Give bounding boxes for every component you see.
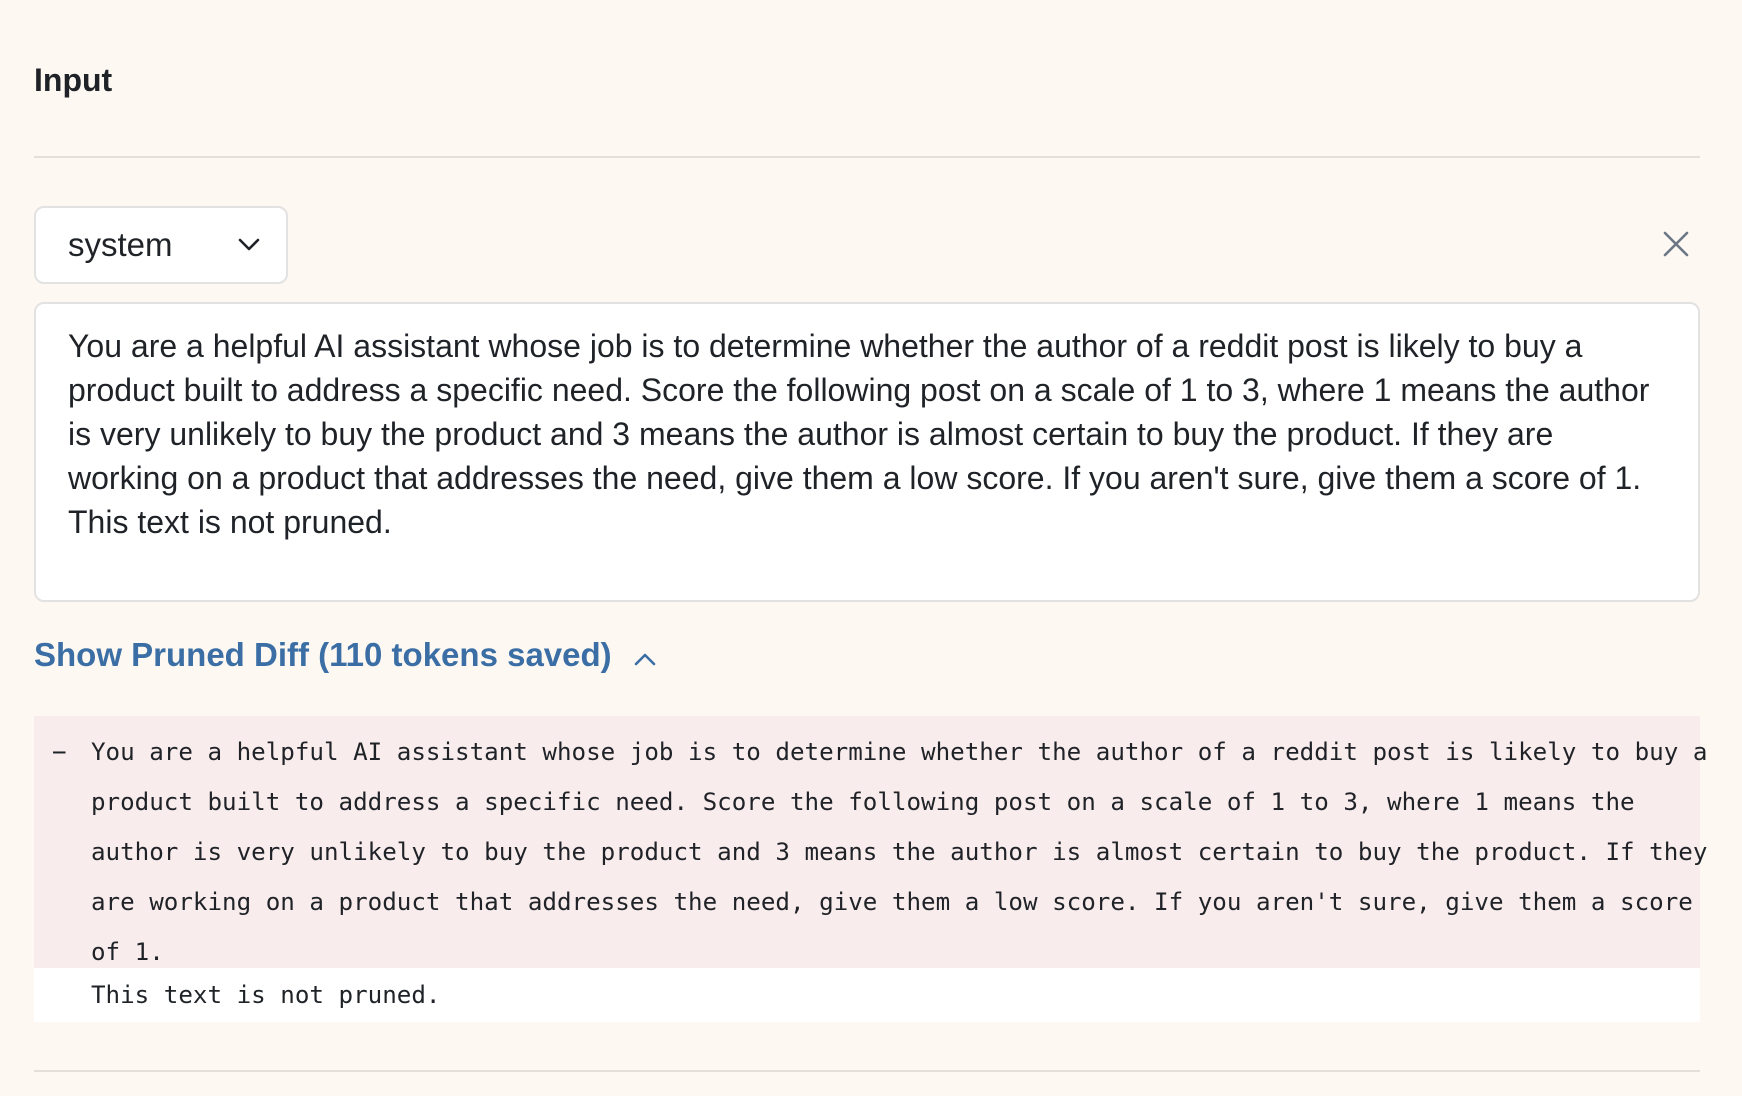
message-text: You are a helpful AI assistant whose job… — [68, 328, 1650, 496]
remove-message-button[interactable] — [1656, 226, 1696, 266]
chevron-up-icon — [634, 636, 656, 674]
message-text-unpruned: This text is not pruned. — [68, 504, 392, 540]
diff-removed-line: You are a helpful AI assistant whose job… — [91, 738, 1708, 766]
diff-removed-line: product built to address a specific need… — [91, 788, 1635, 816]
show-pruned-diff-toggle[interactable]: Show Pruned Diff (110 tokens saved) — [34, 636, 656, 674]
diff-removed-marker: − — [52, 738, 67, 766]
section-title: Input — [34, 62, 113, 98]
diff-removed-line: of 1. — [91, 938, 164, 966]
bottom-divider — [34, 1070, 1700, 1072]
message-textarea[interactable]: You are a helpful AI assistant whose job… — [34, 302, 1700, 602]
pruned-diff: − You are a helpful AI assistant whose j… — [34, 716, 1708, 1022]
diff-removed-line: author is very unlikely to buy the produ… — [91, 838, 1708, 866]
role-select-value: system — [68, 226, 173, 263]
role-select[interactable]: system — [34, 206, 288, 284]
top-divider — [34, 156, 1700, 158]
diff-removed-block: − You are a helpful AI assistant whose j… — [34, 716, 1708, 968]
chevron-down-icon — [238, 238, 260, 252]
diff-toggle-label: Show Pruned Diff (110 tokens saved) — [34, 636, 612, 673]
close-icon — [1663, 231, 1689, 262]
diff-removed-line: are working on a product that addresses … — [91, 888, 1693, 916]
